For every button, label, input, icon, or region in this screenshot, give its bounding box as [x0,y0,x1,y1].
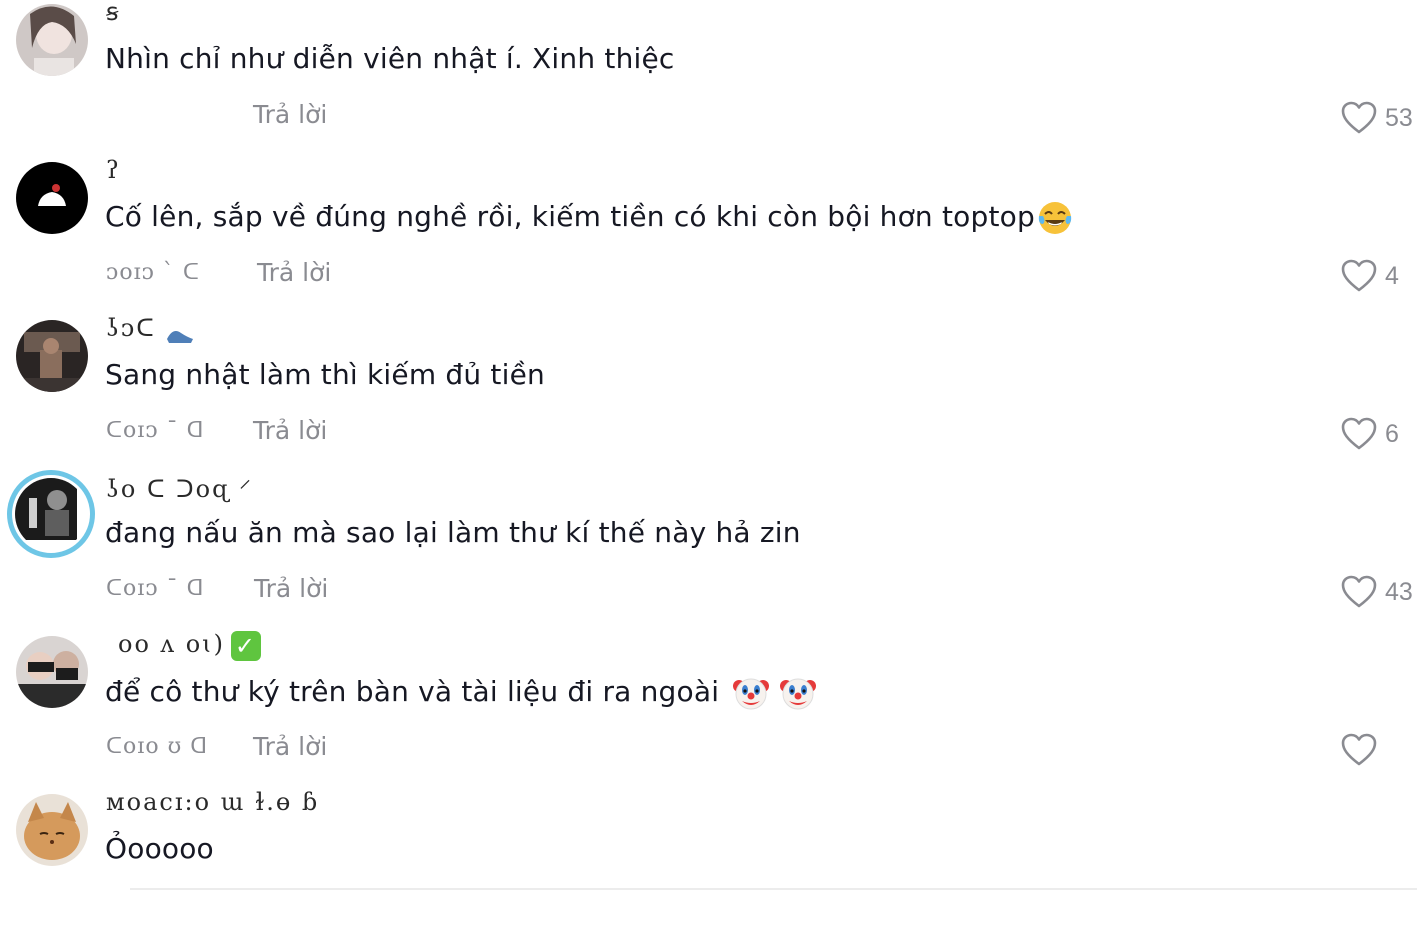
comment-text: Cố lên, sắp về đúng nghề rồi, kiếm tiền … [105,200,1073,236]
comment-item: ʖᴏ ᑕ ᑐᴏɋ ⸍ đang nấu ăn mà sao lại làm th… [0,470,1417,634]
comment-text-content: Cố lên, sắp về đúng nghề rồi, kiếm tiền … [105,200,1035,233]
comment-meta: ᴐᴏɪᴐ ˋ ᑕ [106,260,200,285]
comment-meta: ᑕᴏɪᴐ ˉ ᗡ [106,418,205,443]
comment-text-content: Sang nhật làm thì kiếm đủ tiền [105,358,545,391]
comment-item: ʖᴐᑕ Sang nhật làm thì kiếm đủ tiền ᑕᴏɪᴐ … [0,314,1417,476]
comment-text-content: Ỏooooo [105,832,214,865]
comment-text-content: Nhìn chỉ như diễn viên nhật í. Xinh thiệ… [105,42,675,75]
comment-meta: ᑕᴏɪᴐ ˉ ᗡ [106,576,205,601]
avatar[interactable] [16,162,88,234]
avatar[interactable] [16,4,88,76]
like-count: 43 [1385,577,1413,606]
comment-text-content: đang nấu ăn mà sao lại làm thư kí thế nà… [105,516,801,549]
reply-button[interactable]: Trả lời [254,574,328,603]
heart-outline-icon [1341,575,1377,608]
like-button[interactable]: 4 [1341,256,1399,296]
comment-username[interactable]: ꞩ [106,0,121,34]
clown-face-emoji [732,674,770,712]
comment-username-text: ʖᴐᑕ [106,314,156,342]
comment-text-content: để cô thư ký trên bàn và tài liệu đi ra … [105,675,720,708]
comment-username[interactable]: ᴏᴏ ᴧ ᴏɩ) ✓ [106,630,261,666]
like-button[interactable]: 53 [1341,98,1413,138]
divider [130,888,1417,890]
flexed-biceps-emoji [165,321,195,343]
heart-outline-icon [1341,733,1377,766]
comment-username[interactable]: ʖᴐᑕ [106,314,195,350]
comment-meta: ᑕᴏɪᴏ ʊ ᗡ [106,734,209,759]
avatar[interactable] [16,320,88,392]
like-count: 4 [1385,261,1399,290]
like-button[interactable] [1341,730,1385,770]
comment-item: ʔ Cố lên, sắp về đúng nghề rồi, kiếm tiề… [0,156,1417,318]
like-button[interactable]: 43 [1341,572,1413,612]
comment-item: ᴏᴏ ᴧ ᴏɩ) ✓ để cô thư ký trên bàn và tài l… [0,630,1417,792]
comment-text: Nhìn chỉ như diễn viên nhật í. Xinh thiệ… [105,42,675,75]
comment-item: ᴍoacɪ:ᴏ ɯ ɫ.ɵ ɓ Ỏooooo [0,788,1417,950]
comment-item: ꞩ Nhìn chỉ như diễn viên nhật í. Xinh th… [0,0,1417,160]
avatar[interactable] [16,794,88,866]
heart-outline-icon [1341,259,1377,292]
comment-username[interactable]: ᴍoacɪ:ᴏ ɯ ɫ.ɵ ɓ [106,788,319,824]
reply-button[interactable]: Trả lời [257,258,331,287]
heart-outline-icon [1341,101,1377,134]
comment-text: để cô thư ký trên bàn và tài liệu đi ra … [105,674,817,712]
heart-outline-icon [1341,417,1377,450]
comment-text: đang nấu ăn mà sao lại làm thư kí thế nà… [105,516,801,549]
like-count: 6 [1385,419,1399,448]
comment-text: Ỏooooo [105,832,214,865]
reply-button[interactable]: Trả lời [253,416,327,445]
comment-username-text: ᴏᴏ ᴧ ᴏɩ) [118,630,225,658]
like-button[interactable]: 6 [1341,414,1399,454]
comment-text: Sang nhật làm thì kiếm đủ tiền [105,358,545,391]
reply-button[interactable]: Trả lời [253,732,327,761]
comment-username[interactable]: ʔ [106,156,121,192]
check-mark-button-emoji: ✓ [230,630,261,661]
clown-face-emoji [779,674,817,712]
avatar-with-story-ring[interactable] [7,470,95,558]
like-count: 53 [1385,103,1413,132]
tears-of-joy-emoji [1037,200,1073,236]
comment-username[interactable]: ʖᴏ ᑕ ᑐᴏɋ ⸍ [106,472,253,508]
avatar[interactable] [16,636,88,708]
reply-button[interactable]: Trả lời [253,100,327,129]
